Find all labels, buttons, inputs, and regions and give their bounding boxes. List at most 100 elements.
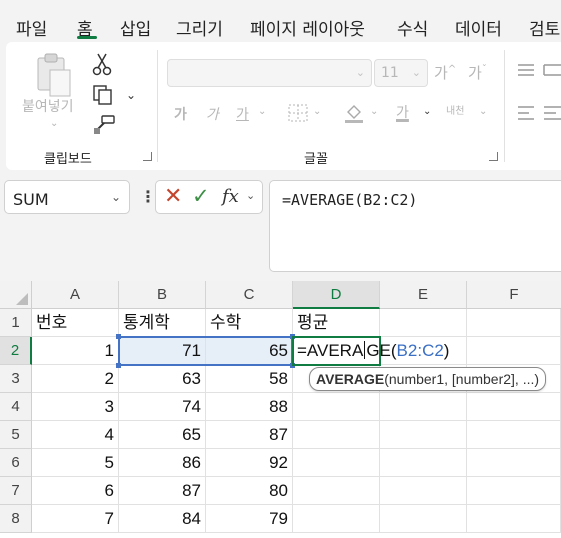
cell-b6[interactable]: 86	[119, 449, 206, 477]
tab-page-layout[interactable]: 페이지 레이아웃	[250, 15, 365, 40]
cell-f5[interactable]	[467, 421, 561, 449]
cell-e4[interactable]	[380, 393, 467, 421]
cell-c6[interactable]: 92	[206, 449, 293, 477]
bold-button[interactable]: 가	[174, 104, 187, 124]
tooltip-function-name[interactable]: AVERAGE	[316, 371, 384, 387]
underline-dropdown-chevron-icon[interactable]: ⌄	[258, 106, 266, 117]
cell-e7[interactable]	[380, 477, 467, 505]
cell-b5[interactable]: 65	[119, 421, 206, 449]
cell-c8[interactable]: 79	[206, 505, 293, 533]
row-header[interactable]: 7	[0, 477, 32, 505]
enter-icon[interactable]: ✓	[192, 184, 210, 208]
in-cell-formula-editor[interactable]: =AVERA GE(B2:C2)	[297, 338, 449, 364]
row-header[interactable]: 4	[0, 393, 32, 421]
underline-button[interactable]: 가	[236, 104, 249, 124]
paste-dropdown-chevron-icon[interactable]: ⌄	[50, 118, 58, 129]
phonetic-dropdown-chevron-icon[interactable]: ⌄	[479, 106, 487, 117]
font-color-button[interactable]: 가	[396, 102, 409, 122]
column-header[interactable]: D	[293, 281, 380, 309]
align-top-icon[interactable]	[518, 62, 561, 82]
italic-button[interactable]: 가	[206, 104, 219, 124]
cell-b8[interactable]: 84	[119, 505, 206, 533]
cancel-icon[interactable]: ✕	[164, 184, 182, 209]
cell-f7[interactable]	[467, 477, 561, 505]
cell-c4[interactable]: 88	[206, 393, 293, 421]
row-header[interactable]: 5	[0, 421, 32, 449]
cell-d4[interactable]	[293, 393, 380, 421]
cell-b2[interactable]: 71	[119, 337, 206, 365]
column-header[interactable]: B	[119, 281, 206, 309]
borders-dropdown-chevron-icon[interactable]: ⌄	[313, 106, 321, 117]
font-launcher-icon[interactable]	[489, 152, 498, 161]
cell-a3[interactable]: 2	[32, 365, 119, 393]
format-painter-icon[interactable]	[92, 114, 116, 140]
cell-f4[interactable]	[467, 393, 561, 421]
row-header[interactable]: 1	[0, 309, 32, 337]
cell-b1[interactable]: 통계학	[119, 309, 206, 337]
tab-draw[interactable]: 그리기	[176, 15, 223, 40]
cell-d7[interactable]	[293, 477, 380, 505]
phonetic-guide-button[interactable]: 내천	[446, 102, 464, 117]
cell-e1[interactable]	[380, 309, 467, 337]
fill-color-icon[interactable]	[343, 102, 365, 128]
copy-dropdown-chevron-icon[interactable]: ⌄	[126, 88, 136, 102]
cell-a6[interactable]: 5	[32, 449, 119, 477]
cell-a7[interactable]: 6	[32, 477, 119, 505]
cell-e6[interactable]	[380, 449, 467, 477]
cell-c7[interactable]: 80	[206, 477, 293, 505]
cell-a8[interactable]: 7	[32, 505, 119, 533]
font-name-combo[interactable]: ⌄	[167, 59, 372, 87]
align-left-icon[interactable]	[518, 104, 561, 126]
cell-d8[interactable]	[293, 505, 380, 533]
copy-icon[interactable]	[92, 84, 114, 110]
chevron-down-icon[interactable]: ⌄	[246, 189, 255, 202]
grow-font-button[interactable]: 가^	[434, 62, 456, 83]
cell-f2[interactable]	[467, 337, 561, 365]
borders-icon[interactable]	[288, 104, 308, 126]
cell-b7[interactable]: 87	[119, 477, 206, 505]
cell-d5[interactable]	[293, 421, 380, 449]
tab-review[interactable]: 검토	[529, 15, 560, 40]
cell-b3[interactable]: 63	[119, 365, 206, 393]
cell-f6[interactable]	[467, 449, 561, 477]
column-header[interactable]: E	[380, 281, 467, 309]
tab-insert[interactable]: 삽입	[120, 15, 151, 40]
cell-d6[interactable]	[293, 449, 380, 477]
insert-function-icon[interactable]: fx	[222, 186, 239, 207]
tab-file[interactable]: 파일	[16, 15, 47, 40]
row-header[interactable]: 2	[0, 337, 32, 365]
clipboard-launcher-icon[interactable]	[143, 152, 152, 161]
cell-e5[interactable]	[380, 421, 467, 449]
column-header[interactable]: A	[32, 281, 119, 309]
tab-data[interactable]: 데이터	[455, 15, 502, 40]
column-header[interactable]: C	[206, 281, 293, 309]
tab-formulas[interactable]: 수식	[397, 15, 428, 40]
more-options-icon[interactable]: ⋮	[140, 187, 156, 206]
fill-color-dropdown-chevron-icon[interactable]: ⌄	[370, 106, 378, 117]
cell-c5[interactable]: 87	[206, 421, 293, 449]
function-syntax-tooltip[interactable]: AVERAGE(number1, [number2], ...)	[309, 367, 547, 391]
cell-a1[interactable]: 번호	[32, 309, 119, 337]
column-header[interactable]: F	[467, 281, 561, 309]
cell-c1[interactable]: 수학	[206, 309, 293, 337]
cell-c3[interactable]: 58	[206, 365, 293, 393]
name-box[interactable]: SUM ⌄	[4, 180, 130, 214]
row-header[interactable]: 8	[0, 505, 32, 533]
cell-a5[interactable]: 4	[32, 421, 119, 449]
font-size-combo[interactable]: 11 ⌄	[374, 59, 428, 87]
shrink-font-button[interactable]: 가ˇ	[468, 62, 487, 83]
row-header[interactable]: 6	[0, 449, 32, 477]
row-header[interactable]: 3	[0, 365, 32, 393]
cell-c2[interactable]: 65	[206, 337, 293, 365]
cell-a4[interactable]: 3	[32, 393, 119, 421]
cut-icon[interactable]	[92, 52, 112, 80]
cell-e8[interactable]	[380, 505, 467, 533]
cell-d1[interactable]: 평균	[293, 309, 380, 337]
select-all-button[interactable]	[0, 281, 32, 309]
font-color-dropdown-chevron-icon[interactable]: ⌄	[423, 106, 431, 117]
cell-b4[interactable]: 74	[119, 393, 206, 421]
cell-f1[interactable]	[467, 309, 561, 337]
cell-a2[interactable]: 1	[32, 337, 119, 365]
cell-f8[interactable]	[467, 505, 561, 533]
formula-input[interactable]: =AVERAGE(B2:C2)	[269, 180, 561, 272]
